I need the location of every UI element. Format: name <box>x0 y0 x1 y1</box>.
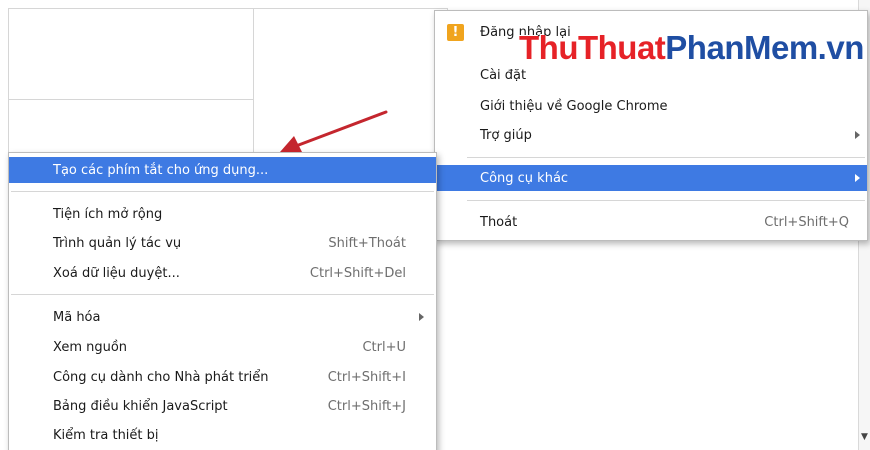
watermark-part: ThuThuat <box>519 29 666 66</box>
menu-item-encoding[interactable]: Mã hóa <box>9 304 436 330</box>
menu-item-shortcut: Ctrl+U <box>362 339 406 355</box>
menu-separator <box>467 157 865 158</box>
menu-item-shortcut: Shift+Thoát <box>328 235 406 251</box>
menu-item-label: Kiểm tra thiết bị <box>53 427 159 443</box>
menu-item-label: Thoát <box>480 214 518 230</box>
menu-item-exit[interactable]: Thoát Ctrl+Shift+Q <box>435 209 867 235</box>
watermark-part: .vn <box>817 29 865 66</box>
menu-item-label: Tiện ích mở rộng <box>53 206 163 222</box>
menu-item-about-chrome[interactable]: Giới thiệu về Google Chrome <box>435 93 867 119</box>
menu-item-help[interactable]: Trợ giúp <box>435 122 867 148</box>
menu-item-shortcut: Ctrl+Shift+J <box>327 398 406 414</box>
menu-item-inspect-devices[interactable]: Kiểm tra thiết bị <box>9 422 436 448</box>
menu-item-shortcut: Ctrl+Shift+Q <box>764 214 849 230</box>
screenshot-stage: ▼ ! Đăng nhập lại Cài đặt Giới thiệu về … <box>0 0 870 450</box>
submenu-arrow-icon <box>855 174 860 182</box>
more-tools-submenu: Tạo các phím tắt cho ứng dụng... Tiện íc… <box>8 152 437 450</box>
menu-separator <box>11 191 434 192</box>
menu-item-label: Trợ giúp <box>480 127 532 143</box>
background-divider <box>8 99 254 100</box>
background-divider <box>253 8 254 158</box>
menu-separator <box>467 200 865 201</box>
menu-item-label: Trình quản lý tác vụ <box>53 235 182 251</box>
menu-item-label: Cài đặt <box>480 67 527 83</box>
watermark-part: PhanMem <box>665 29 818 66</box>
menu-item-clear-browsing-data[interactable]: Xoá dữ liệu duyệt... Ctrl+Shift+Del <box>9 260 436 286</box>
menu-item-label: Công cụ khác <box>480 170 569 186</box>
menu-item-create-app-shortcuts[interactable]: Tạo các phím tắt cho ứng dụng... <box>9 157 436 183</box>
submenu-arrow-icon <box>855 131 860 139</box>
menu-item-label: Xoá dữ liệu duyệt... <box>53 265 180 281</box>
menu-item-shortcut: Ctrl+Shift+I <box>327 369 406 385</box>
menu-item-more-tools[interactable]: Công cụ khác <box>435 165 867 191</box>
menu-item-label: Công cụ dành cho Nhà phát triển <box>53 369 269 385</box>
menu-item-shortcut: Ctrl+Shift+Del <box>309 265 406 281</box>
menu-item-developer-tools[interactable]: Công cụ dành cho Nhà phát triển Ctrl+Shi… <box>9 364 436 390</box>
menu-item-view-source[interactable]: Xem nguồn Ctrl+U <box>9 334 436 360</box>
watermark-logo: ThuThuatPhanMem.vn <box>519 28 864 68</box>
warning-icon: ! <box>447 24 464 41</box>
menu-item-task-manager[interactable]: Trình quản lý tác vụ Shift+Thoát <box>9 230 436 256</box>
menu-item-extensions[interactable]: Tiện ích mở rộng <box>9 201 436 227</box>
menu-item-label: Bảng điều khiển JavaScript <box>53 398 228 414</box>
menu-item-label: Xem nguồn <box>53 339 128 355</box>
menu-separator <box>11 294 434 295</box>
annotation-arrow-icon <box>280 110 388 152</box>
scroll-down-arrow-icon[interactable]: ▼ <box>861 432 868 442</box>
menu-item-label: Tạo các phím tắt cho ứng dụng... <box>53 162 269 178</box>
menu-item-label: Giới thiệu về Google Chrome <box>480 98 668 114</box>
submenu-arrow-icon <box>419 313 424 321</box>
menu-item-javascript-console[interactable]: Bảng điều khiển JavaScript Ctrl+Shift+J <box>9 393 436 419</box>
menu-item-label: Mã hóa <box>53 309 101 325</box>
